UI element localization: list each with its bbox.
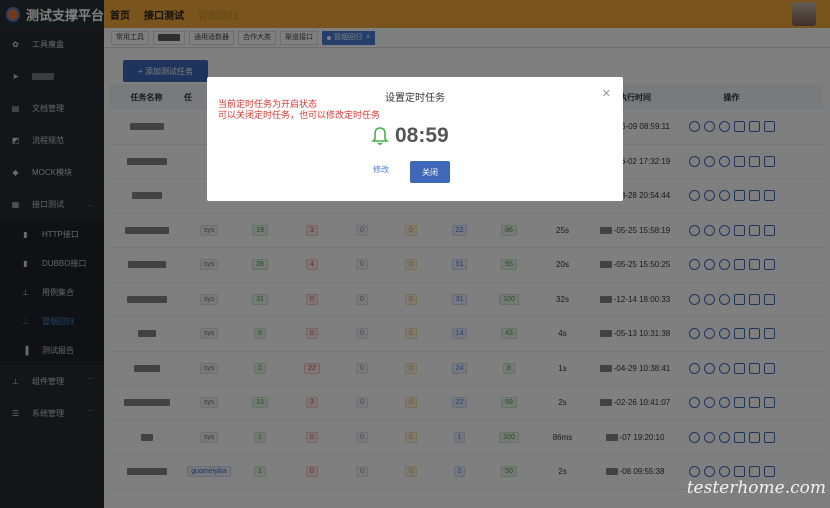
bell-icon: [371, 127, 389, 145]
watermark: testerhome.com: [686, 478, 826, 498]
close-button[interactable]: 关闭: [410, 161, 450, 183]
dialog-message-line1: 当前定时任务为开启状态: [218, 99, 318, 109]
schedule-time-value: 08:59: [395, 124, 449, 147]
close-icon[interactable]: ✕: [602, 87, 611, 100]
schedule-dialog: 设置定时任务 ✕ 当前定时任务为开启状态 可以关闭定时任务，也可以修改定时任务 …: [207, 77, 623, 201]
dialog-message: 当前定时任务为开启状态 可以关闭定时任务，也可以修改定时任务: [218, 99, 380, 121]
edit-button[interactable]: 修改: [373, 164, 389, 175]
schedule-time: 08:59: [371, 124, 449, 148]
dialog-message-line2: 可以关闭定时任务，也可以修改定时任务: [218, 110, 381, 120]
